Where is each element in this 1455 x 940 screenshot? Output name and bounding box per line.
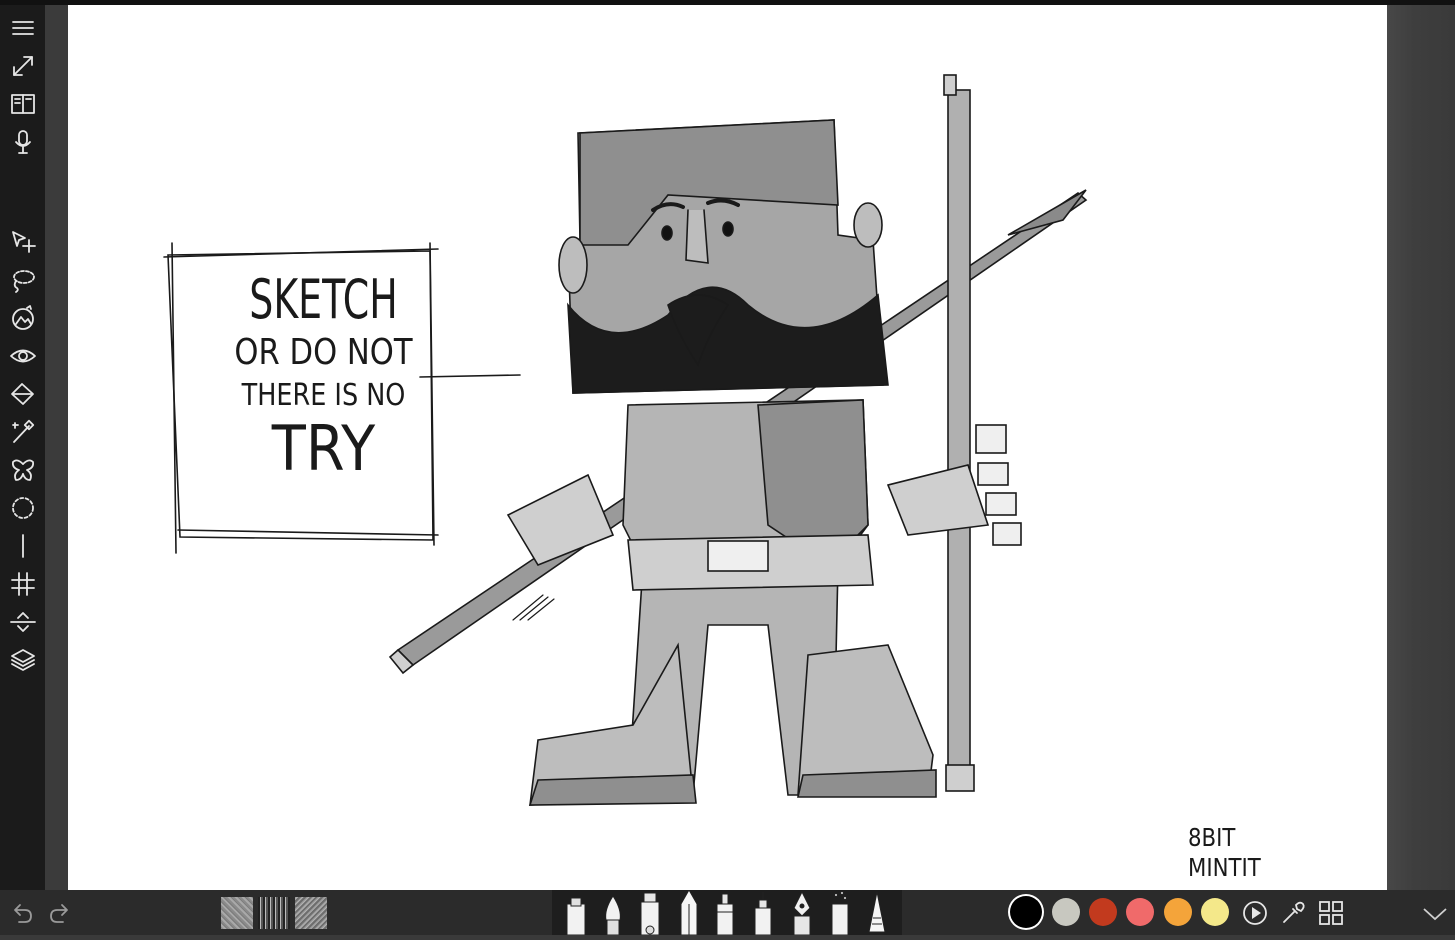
sharp-pencil-brush-icon[interactable] [864, 890, 890, 935]
paint-brush-icon[interactable] [600, 890, 626, 936]
drawing-canvas[interactable]: SKETCH OR DO NOT THERE IS NO TRY 8BIT MI… [68, 5, 1387, 890]
artist-signature: 8BIT MINTIT [1188, 823, 1299, 883]
texture-swatch-1[interactable] [221, 897, 253, 929]
perspective-icon[interactable] [7, 607, 39, 637]
right-margin [1387, 5, 1455, 890]
lasso-select-icon[interactable] [7, 265, 39, 295]
sign-text: SKETCH OR DO NOT THERE IS NO TRY [201, 270, 446, 482]
eye-icon[interactable] [7, 341, 39, 371]
color-swatch-salmon[interactable] [1126, 898, 1154, 926]
left-toolbar [0, 5, 45, 890]
color-swatch-orange[interactable] [1164, 898, 1192, 926]
symmetry-icon[interactable] [7, 455, 39, 485]
grid-menu-icon[interactable] [1314, 890, 1348, 935]
layers-icon[interactable] [7, 645, 39, 675]
pencil-brush-icon[interactable] [675, 888, 703, 936]
menu-icon[interactable] [7, 13, 39, 43]
fountain-pen-brush-icon[interactable] [788, 890, 816, 936]
redo-icon[interactable] [44, 890, 76, 935]
sign-line-4: TRY [271, 412, 376, 485]
signature-line-2: MINTIT [1188, 853, 1261, 882]
book-icon[interactable] [7, 89, 39, 119]
spray-brush-icon[interactable] [826, 890, 854, 936]
texture-swatch-3[interactable] [295, 897, 327, 929]
texture-swatch-2[interactable] [258, 897, 290, 929]
grid-icon[interactable] [7, 569, 39, 599]
ruler-line-icon[interactable] [7, 531, 39, 561]
sign-line-1: SKETCH [249, 268, 398, 331]
felt-pen-brush-icon[interactable] [712, 890, 738, 936]
left-margin [45, 5, 68, 890]
marker-brush-icon[interactable] [563, 890, 589, 936]
fineliner-brush-icon[interactable] [750, 890, 776, 936]
undo-icon[interactable] [6, 890, 38, 935]
transform-icon[interactable] [7, 227, 39, 257]
highlighter-brush-icon[interactable] [636, 890, 664, 936]
fullscreen-icon[interactable] [7, 51, 39, 81]
sign-line-2: OR DO NOT [234, 332, 413, 373]
color-swatch-gray[interactable] [1052, 898, 1080, 926]
ellipse-guide-icon[interactable] [7, 493, 39, 523]
microphone-icon[interactable] [7, 127, 39, 157]
color-swatch-red[interactable] [1089, 898, 1117, 926]
chevron-down-icon[interactable] [1418, 890, 1452, 935]
signature-line-1: 8BIT [1188, 823, 1236, 852]
sign-line-3: THERE IS NO [241, 378, 406, 413]
color-swatch-black[interactable] [1012, 898, 1040, 926]
fill-bucket-icon[interactable] [7, 379, 39, 409]
eyedropper-icon[interactable] [1276, 890, 1310, 935]
image-adjust-icon[interactable] [7, 303, 39, 333]
play-icon[interactable] [1238, 890, 1272, 935]
magic-wand-icon[interactable] [7, 417, 39, 447]
color-swatch-yellow[interactable] [1201, 898, 1229, 926]
